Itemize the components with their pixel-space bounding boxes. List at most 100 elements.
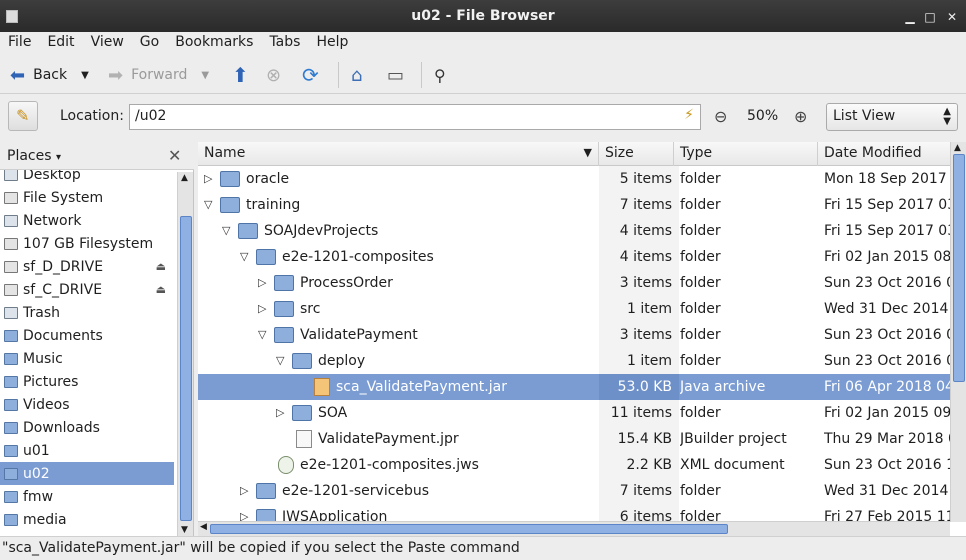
file-row[interactable]: ▽ ValidatePayment 3 items folder Sun 23 Oct … [198,322,950,348]
sidebar-item-sf-d-drive[interactable]: sf_D_DRIVE ⏏ [0,255,174,278]
zoom-in-icon[interactable]: ⊕ [794,107,807,126]
file-date: Wed 31 Dec 2014 0 [824,301,950,317]
sidebar-item-u02[interactable]: u02 [0,462,174,485]
location-input[interactable]: /u02 ⚡ [129,104,701,130]
places-dropdown[interactable]: Places ▾ [7,148,61,164]
expander-collapsed-icon[interactable]: ▷ [240,504,252,522]
eject-icon[interactable]: ⏏ [156,283,166,296]
expander-expanded-icon[interactable]: ▽ [276,348,288,374]
file-row[interactable]: ▷ ProcessOrder 3 items folder Sun 23 Oct 201… [198,270,950,296]
file-date: Mon 18 Sep 2017 [824,171,947,187]
column-date-modified[interactable]: Date Modified [818,142,952,166]
computer-icon[interactable]: ▭ [387,63,404,87]
file-row[interactable]: ▽ e2e-1201-composites 4 items folder Fri 02 … [198,244,950,270]
file-name: e2e-1201-composites [282,249,434,265]
expander-expanded-icon[interactable]: ▽ [204,192,216,218]
file-type: Java archive [680,379,766,395]
file-row[interactable]: e2e-1201-composites.jws 2.2 KB XML documen… [198,452,950,478]
expander-collapsed-icon[interactable]: ▷ [204,166,216,192]
scroll-up-icon[interactable]: ▲ [181,173,188,183]
close-sidebar-icon[interactable]: ✕ [168,146,181,165]
column-type[interactable]: Type [674,142,818,166]
expander-expanded-icon[interactable]: ▽ [222,218,234,244]
zoom-out-icon[interactable]: ⊖ [714,107,727,126]
file-row[interactable]: ▷ e2e-1201-servicebus 7 items folder Wed 31 … [198,478,950,504]
sidebar-item-videos[interactable]: Videos [0,393,174,416]
sidebar-scrollbar[interactable]: ▲ ▼ [177,172,193,536]
eject-icon[interactable]: ⏏ [156,260,166,273]
sidebar-item-pictures[interactable]: Pictures [0,370,174,393]
scroll-down-icon[interactable]: ▼ [181,525,188,535]
maximize-button[interactable]: □ [920,0,940,34]
sidebar-item-documents[interactable]: Documents [0,324,174,347]
forward-button[interactable]: ➡ Forward ▼ [108,63,209,87]
file-type: folder [680,353,721,369]
scroll-left-icon[interactable]: ◀ [200,522,207,532]
file-row[interactable]: ▽ deploy 1 item folder Sun 23 Oct 2016 0 [198,348,950,374]
window-menu-icon[interactable] [6,10,18,23]
edit-location-button[interactable]: ✎ [8,101,38,131]
sidebar-item-107-gb-filesystem[interactable]: 107 GB Filesystem [0,232,174,255]
minimize-button[interactable]: ▁ [900,0,920,34]
expander-collapsed-icon[interactable]: ▷ [258,270,270,296]
sidebar-item-trash[interactable]: Trash [0,301,174,324]
list-scroll-thumb[interactable] [953,154,965,382]
column-size[interactable]: Size [599,142,674,166]
file-row[interactable]: ▷ IWSApplication 6 items folder Fri 27 Feb 2… [198,504,950,522]
folder-icon [220,171,240,187]
file-row[interactable]: sca_ValidatePayment.jar 53.0 KB Java archi… [198,374,950,400]
menu-tabs[interactable]: Tabs [261,32,308,52]
sidebar-item-file-system[interactable]: File System [0,186,174,209]
file-row[interactable]: ▷ src 1 item folder Wed 31 Dec 2014 0 [198,296,950,322]
home-icon[interactable]: ⌂ [351,63,362,87]
menu-go[interactable]: Go [132,32,167,52]
expander-collapsed-icon[interactable]: ▷ [240,478,252,504]
back-history-chevron-icon[interactable]: ▼ [81,70,89,81]
file-row[interactable]: ValidatePayment.jpr 15.4 KB JBuilder proje… [198,426,950,452]
sidebar-item-music[interactable]: Music [0,347,174,370]
menu-view[interactable]: View [83,32,132,52]
file-row[interactable]: ▽ SOAJdevProjects 4 items folder Fri 15 Sep … [198,218,950,244]
file-row[interactable]: ▽ training 7 items folder Fri 15 Sep 2017 03 [198,192,950,218]
drive-icon [4,237,18,250]
search-binoculars-icon[interactable]: ⚲ [434,63,446,87]
file-type: JBuilder project [680,431,787,447]
file-list-scrollbar[interactable]: ▲ [950,142,966,522]
up-arrow-icon[interactable]: ⬆ [232,63,249,87]
close-window-button[interactable]: ✕ [942,0,962,34]
expander-expanded-icon[interactable]: ▽ [240,244,252,270]
file-row[interactable]: ▷ SOA 11 items folder Fri 02 Jan 2015 09 [198,400,950,426]
back-button[interactable]: ⬅ Back ▼ [10,63,89,87]
view-mode-select[interactable]: List View ▲ ▼ [826,103,958,131]
horizontal-scroll-thumb[interactable] [210,524,728,534]
menu-file[interactable]: File [0,32,39,52]
reload-icon[interactable]: ⟳ [302,63,319,87]
file-row[interactable]: ▷ oracle 5 items folder Mon 18 Sep 2017 [198,166,950,192]
folder-icon [256,483,276,499]
menu-bookmarks[interactable]: Bookmarks [167,32,261,52]
column-name[interactable]: Name ▼ [198,142,599,166]
expander-collapsed-icon[interactable]: ▷ [276,400,288,426]
sidebar-item-downloads[interactable]: Downloads [0,416,174,439]
sidebar-item-sf-c-drive[interactable]: sf_C_DRIVE ⏏ [0,278,174,301]
drive-icon [4,283,18,296]
folder-icon [238,223,258,239]
forward-arrow-icon: ➡ [108,64,124,86]
menu-help[interactable]: Help [308,32,356,52]
horizontal-scrollbar[interactable]: ◀ [198,521,950,536]
sidebar-scroll-thumb[interactable] [180,216,192,521]
sidebar-item-u01[interactable]: u01 [0,439,174,462]
sidebar-item-fmw[interactable]: fmw [0,485,174,508]
forward-history-chevron-icon[interactable]: ▼ [201,70,209,81]
sidebar-item-network[interactable]: Network [0,209,174,232]
xml-file-icon [278,456,294,474]
window-title: u02 - File Browser [411,8,555,24]
list-scroll-up-icon[interactable]: ▲ [954,143,961,153]
stop-icon[interactable]: ⊗ [266,63,281,87]
expander-expanded-icon[interactable]: ▽ [258,322,270,348]
status-bar: "sca_ValidatePayment.jar" will be copied… [0,536,966,559]
expander-collapsed-icon[interactable]: ▷ [258,296,270,322]
clear-broom-icon[interactable]: ⚡ [684,107,694,123]
menu-edit[interactable]: Edit [39,32,82,52]
sidebar-item-media[interactable]: media [0,508,174,531]
